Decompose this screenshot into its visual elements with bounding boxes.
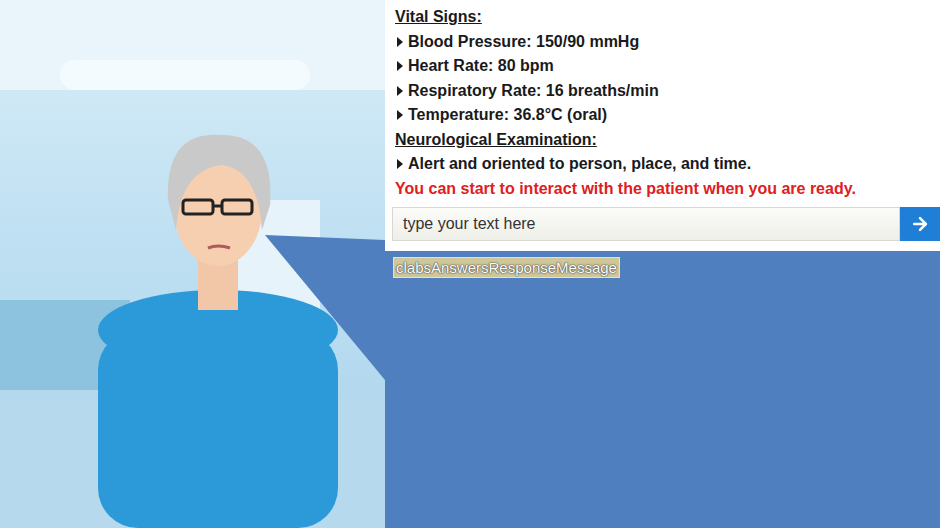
side-panel: Vital Signs:Blood Pressure: 150/90 mmHgH… [385,0,940,528]
input-row [392,207,940,241]
bullet-icon [397,61,403,71]
send-button[interactable] [900,207,940,241]
bullet-icon [397,110,403,120]
neuro-item: Alert and oriented to person, place, and… [395,152,930,177]
page: Vital Signs:Blood Pressure: 150/90 mmHgH… [0,0,940,528]
patient-illustration-icon [0,0,385,528]
arrow-icon [910,214,930,234]
bullet-icon [397,37,403,47]
vitals-heading: Vital Signs: [395,5,930,30]
bullet-icon [397,159,403,169]
vital-item: Blood Pressure: 150/90 mmHg [395,30,930,55]
patient-scene [0,0,385,528]
patient-info: Vital Signs:Blood Pressure: 150/90 mmHgH… [385,0,940,201]
neuro-heading: Neurological Examination: [395,128,930,153]
bullet-icon [397,86,403,96]
start-prompt: You can start to interact with the patie… [395,177,930,202]
vital-item: Temperature: 36.8°C (oral) [395,103,930,128]
vital-item: Heart Rate: 80 bpm [395,54,930,79]
vital-item: Respiratory Rate: 16 breaths/min [395,79,930,104]
response-panel: clabsAnswersResponseMessage [385,251,940,528]
response-message: clabsAnswersResponseMessage [393,257,620,278]
message-input[interactable] [392,207,900,241]
